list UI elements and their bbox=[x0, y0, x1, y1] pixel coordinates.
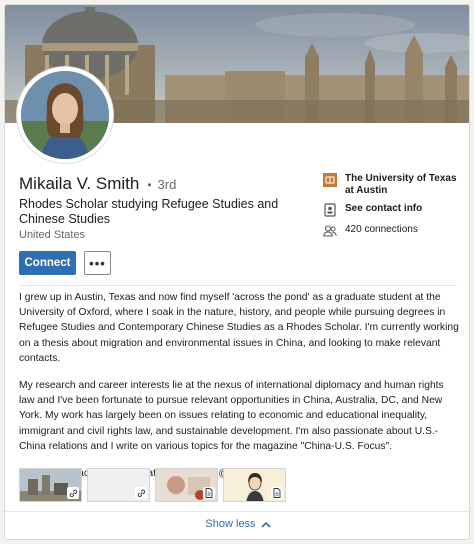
media-attachments bbox=[19, 468, 291, 502]
school-logo-icon bbox=[323, 173, 337, 187]
media-thumbnail[interactable] bbox=[19, 468, 82, 502]
people-icon bbox=[323, 224, 337, 238]
document-icon bbox=[271, 487, 283, 499]
profile-card: Mikaila V. Smith • 3rd Rhodes Scholar st… bbox=[4, 4, 470, 540]
connection-degree: 3rd bbox=[157, 177, 177, 192]
contact-card-icon bbox=[323, 203, 337, 217]
show-less-label: Show less bbox=[205, 518, 256, 530]
media-thumbnail[interactable] bbox=[155, 468, 218, 502]
connections-count: 420 connections bbox=[345, 224, 418, 235]
name-row: Mikaila V. Smith • 3rd bbox=[19, 174, 176, 194]
school-name: The University of Texas at Austin bbox=[345, 173, 457, 196]
about-section: I grew up in Austin, Texas and now find … bbox=[19, 290, 461, 493]
profile-location: United States bbox=[19, 229, 86, 241]
about-paragraph: I grew up in Austin, Texas and now find … bbox=[19, 292, 459, 364]
school-item[interactable]: The University of Texas at Austin bbox=[323, 173, 463, 196]
section-divider bbox=[19, 285, 457, 286]
connections-item[interactable]: 420 connections bbox=[323, 224, 463, 238]
link-icon bbox=[135, 487, 147, 499]
profile-avatar[interactable] bbox=[17, 67, 113, 163]
media-thumbnail[interactable] bbox=[87, 468, 150, 502]
media-thumbnail[interactable] bbox=[223, 468, 286, 502]
degree-separator: • bbox=[147, 178, 152, 192]
document-icon bbox=[203, 487, 215, 499]
footer-divider bbox=[5, 511, 469, 512]
profile-name: Mikaila V. Smith bbox=[19, 174, 140, 193]
more-options-button[interactable]: ••• bbox=[84, 251, 111, 275]
profile-headline: Rhodes Scholar studying Refugee Studies … bbox=[19, 197, 279, 226]
connect-button[interactable]: Connect bbox=[19, 251, 76, 275]
contact-info-item[interactable]: See contact info bbox=[323, 203, 463, 217]
show-less-toggle[interactable]: Show less bbox=[5, 518, 469, 530]
link-icon bbox=[67, 487, 79, 499]
profile-sidebar: The University of Texas at Austin See co… bbox=[323, 173, 463, 245]
contact-info-link[interactable]: See contact info bbox=[345, 203, 422, 215]
chevron-up-icon bbox=[260, 521, 271, 528]
about-paragraph: My research and career interests lie at … bbox=[19, 380, 444, 452]
